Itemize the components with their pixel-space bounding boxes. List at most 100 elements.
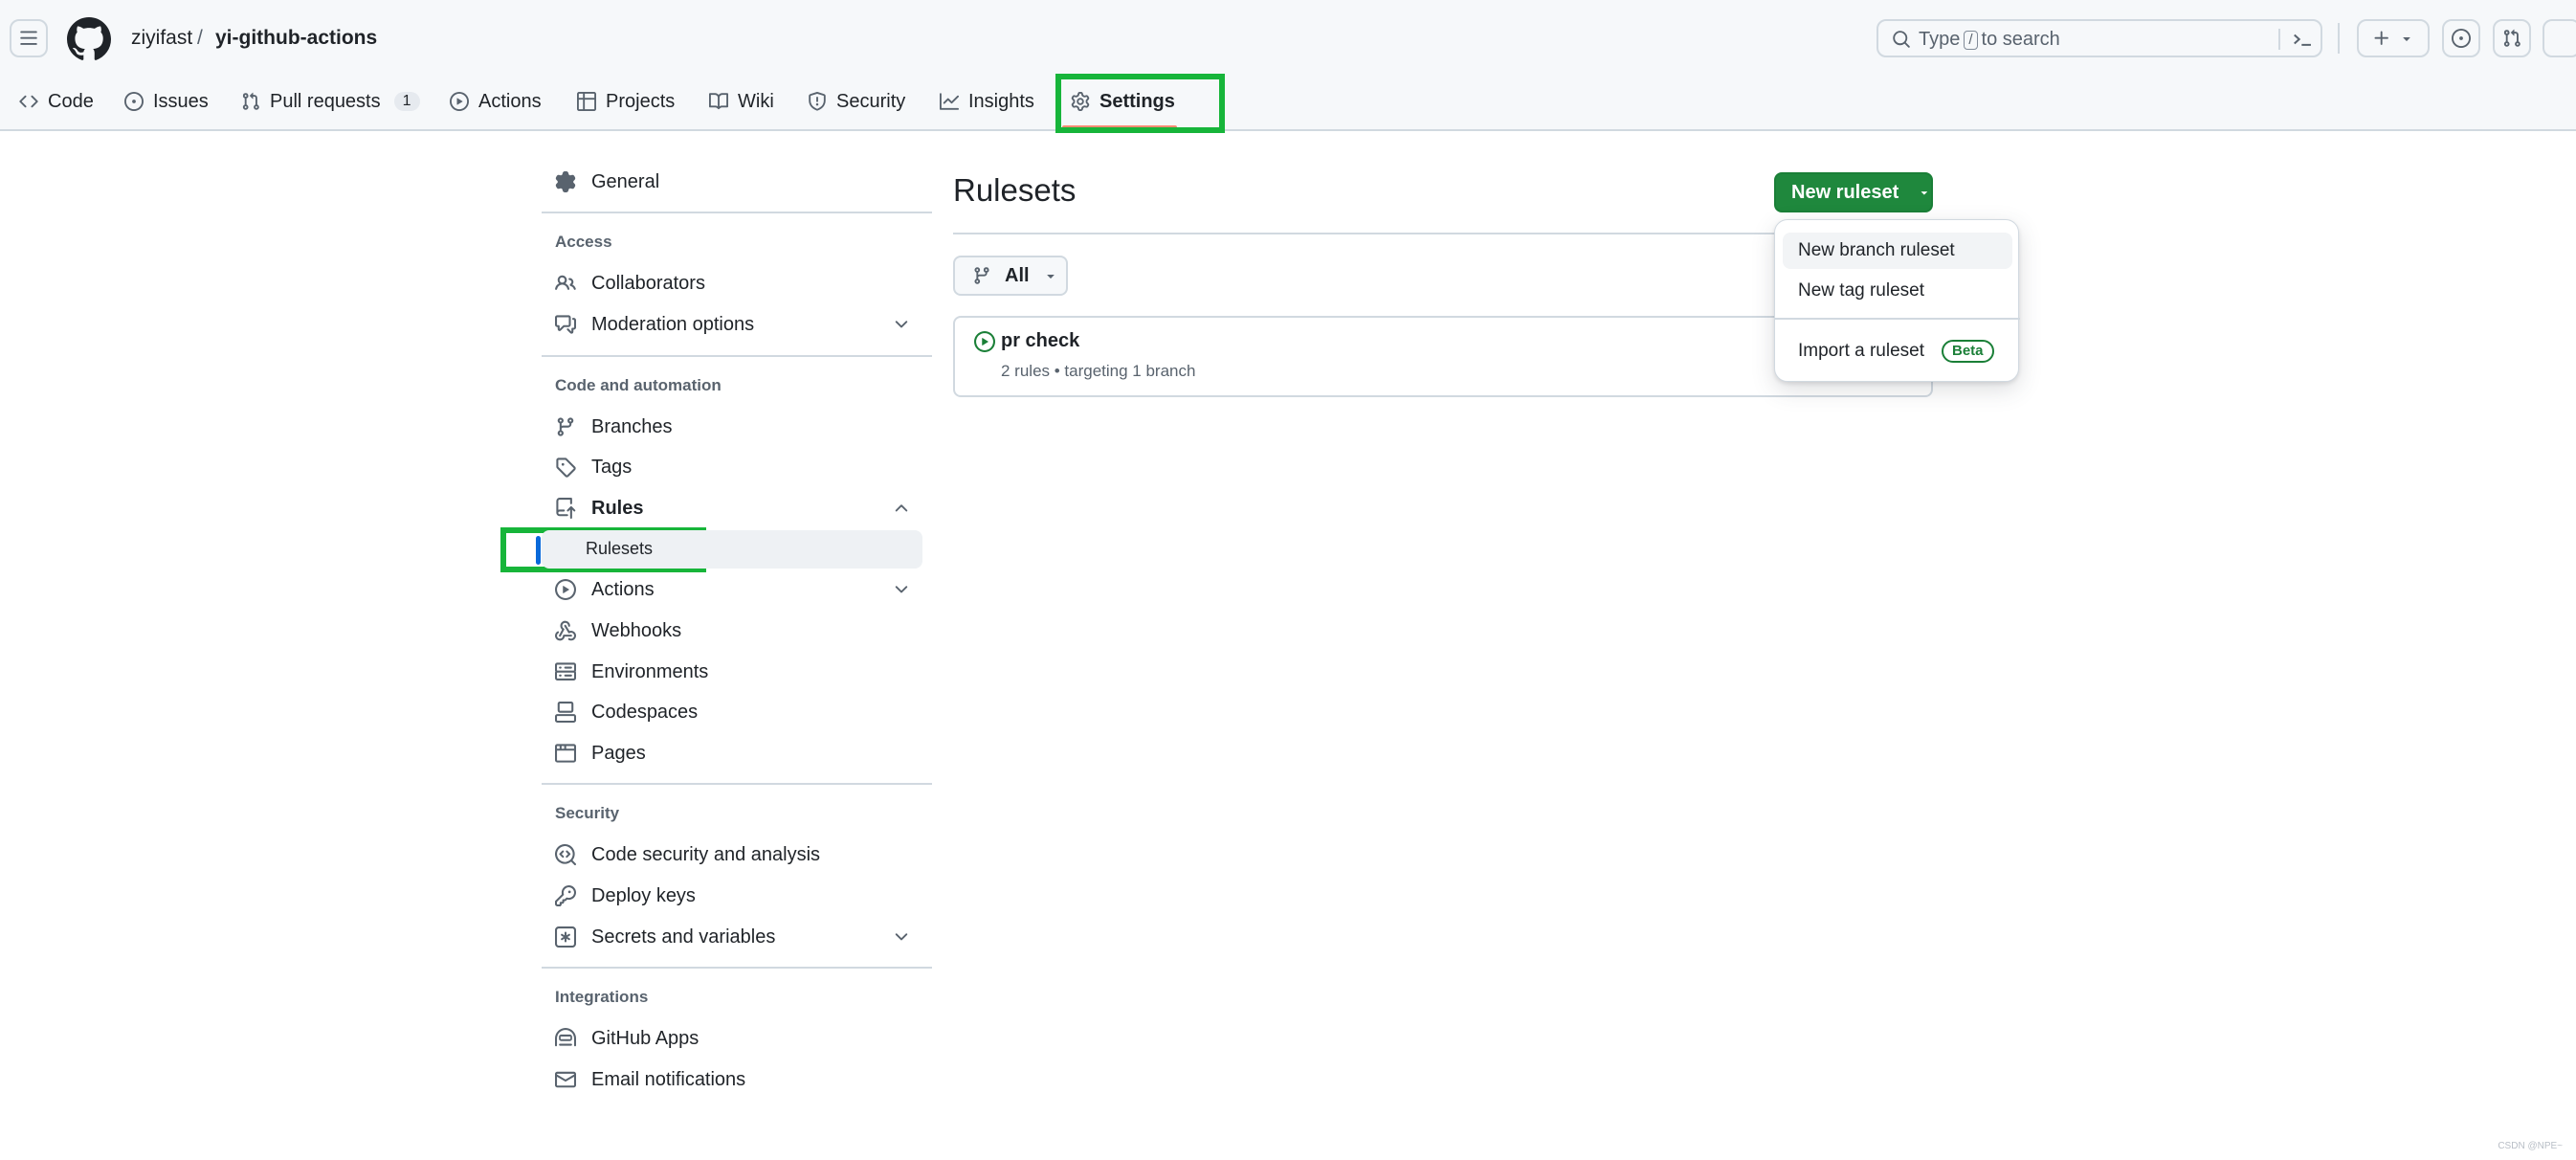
tab-settings[interactable]: Settings bbox=[1071, 84, 1175, 119]
inbox-button[interactable] bbox=[2543, 19, 2576, 57]
command-palette-icon[interactable] bbox=[2292, 29, 2313, 50]
sidebar-item-code-security[interactable]: Code security and analysis bbox=[542, 835, 922, 875]
search-placeholder: Type / to search bbox=[1919, 29, 2060, 50]
gear-icon bbox=[555, 171, 576, 192]
repo-push-icon bbox=[556, 498, 576, 519]
breadcrumb-owner[interactable]: ziyifast bbox=[131, 25, 192, 52]
tab-actions[interactable]: Actions bbox=[450, 84, 542, 119]
sidebar-item-environments[interactable]: Environments bbox=[542, 652, 922, 692]
sidebar-item-deploy-keys[interactable]: Deploy keys bbox=[542, 876, 922, 916]
sidebar-item-moderation-options[interactable]: Moderation options bbox=[542, 304, 922, 345]
sidebar-section-access: Access bbox=[555, 233, 612, 251]
people-icon bbox=[555, 275, 576, 290]
tab-label: Actions bbox=[478, 90, 542, 112]
sidebar-item-github-apps[interactable]: GitHub Apps bbox=[542, 1018, 922, 1059]
app-header: ziyifast / yi-github-actions Type / to sea… bbox=[0, 0, 2576, 131]
git-pull-request-icon bbox=[242, 92, 259, 110]
play-icon bbox=[974, 331, 995, 352]
sidebar-item-label: Webhooks bbox=[591, 619, 682, 641]
create-new-button[interactable] bbox=[2357, 19, 2430, 57]
search-icon bbox=[1893, 31, 1910, 48]
sidebar-item-label: Environments bbox=[591, 660, 709, 682]
sidebar-item-label: Collaborators bbox=[591, 272, 705, 294]
beta-badge: Beta bbox=[1942, 340, 1994, 363]
webhook-icon bbox=[555, 620, 576, 641]
issues-button[interactable] bbox=[2442, 19, 2480, 57]
search-input[interactable]: Type / to search bbox=[1876, 19, 2322, 57]
sidebar-item-collaborators[interactable]: Collaborators bbox=[542, 263, 922, 303]
sidebar-item-general[interactable]: General bbox=[542, 162, 922, 202]
selected-indicator bbox=[536, 536, 541, 565]
chevron-up-icon bbox=[895, 504, 908, 512]
sidebar-divider bbox=[542, 967, 932, 969]
ruleset-name-link[interactable]: pr check bbox=[1001, 330, 1079, 352]
sidebar-item-label: Rulesets bbox=[586, 539, 654, 558]
sidebar-item-label: Codespaces bbox=[591, 701, 699, 723]
menu-item-import-ruleset[interactable]: Import a ruleset Beta bbox=[1783, 333, 2012, 369]
new-ruleset-label: New ruleset bbox=[1791, 181, 1899, 203]
server-icon bbox=[555, 662, 576, 680]
menu-item-new-tag-ruleset[interactable]: New tag ruleset bbox=[1783, 273, 2012, 309]
search-divider bbox=[2278, 29, 2280, 50]
menu-item-label: New branch ruleset bbox=[1798, 240, 1955, 260]
github-logo-icon[interactable] bbox=[67, 17, 111, 61]
sidebar-section-integrations: Integrations bbox=[555, 988, 649, 1006]
sidebar-item-webhooks[interactable]: Webhooks bbox=[542, 611, 922, 651]
sidebar-divider bbox=[542, 783, 932, 785]
menu-button[interactable] bbox=[10, 19, 48, 57]
tab-projects[interactable]: Projects bbox=[577, 84, 675, 119]
key-icon bbox=[555, 885, 576, 906]
triangle-down-icon bbox=[1046, 275, 1055, 279]
menu-item-new-branch-ruleset[interactable]: New branch ruleset bbox=[1783, 233, 2012, 269]
sidebar-item-label: Tags bbox=[591, 456, 633, 478]
tab-insights[interactable]: Insights bbox=[940, 84, 1034, 119]
sidebar-item-label: GitHub Apps bbox=[591, 1027, 700, 1049]
book-icon bbox=[709, 93, 728, 110]
header-separator bbox=[2338, 23, 2340, 54]
tab-pull-requests[interactable]: Pull requests 1 bbox=[241, 84, 420, 119]
sidebar-item-email-notifications[interactable]: Email notifications bbox=[542, 1060, 922, 1100]
sidebar-item-label: Actions bbox=[591, 578, 655, 600]
gear-icon bbox=[1071, 92, 1090, 111]
sidebar-item-label: Pages bbox=[591, 742, 646, 764]
branch-filter-dropdown[interactable]: All bbox=[953, 256, 1068, 296]
sidebar-item-rules[interactable]: Rules bbox=[542, 488, 922, 528]
sidebar-item-secrets-variables[interactable]: Secrets and variables bbox=[542, 917, 922, 957]
triangle-down-icon bbox=[1921, 191, 1928, 195]
sidebar-item-actions[interactable]: Actions bbox=[542, 569, 922, 610]
chevron-down-icon bbox=[895, 321, 908, 328]
graph-icon bbox=[940, 93, 959, 110]
filter-value: All bbox=[1005, 264, 1030, 286]
table-icon bbox=[577, 92, 596, 111]
plus-icon bbox=[2374, 31, 2388, 45]
pull-requests-button[interactable] bbox=[2493, 19, 2531, 57]
sidebar-item-tags[interactable]: Tags bbox=[542, 447, 922, 487]
menu-divider bbox=[1775, 318, 2020, 320]
sidebar-item-branches[interactable]: Branches bbox=[542, 407, 922, 447]
codespaces-icon bbox=[555, 702, 576, 723]
tab-wiki[interactable]: Wiki bbox=[709, 84, 774, 119]
sidebar-item-codespaces[interactable]: Codespaces bbox=[542, 692, 922, 732]
active-tab-indicator bbox=[1062, 125, 1177, 129]
issue-opened-icon bbox=[2452, 29, 2471, 48]
sidebar-item-rulesets[interactable]: Rulesets bbox=[536, 530, 922, 569]
mail-icon bbox=[555, 1071, 576, 1088]
git-branch-icon bbox=[557, 417, 574, 436]
tab-security[interactable]: Security bbox=[808, 84, 905, 119]
breadcrumb-repo[interactable]: yi-github-actions bbox=[215, 25, 377, 52]
tab-label: Wiki bbox=[738, 90, 774, 112]
triangle-down-icon bbox=[2403, 37, 2410, 41]
page-title: Rulesets bbox=[953, 172, 1077, 208]
sidebar-item-pages[interactable]: Pages bbox=[542, 733, 922, 773]
new-ruleset-menu: New branch ruleset New tag ruleset Impor… bbox=[1774, 219, 2020, 382]
new-ruleset-button[interactable]: New ruleset bbox=[1774, 172, 1933, 212]
tab-label: Settings bbox=[1099, 90, 1175, 112]
play-icon bbox=[450, 92, 469, 111]
ruleset-meta: 2 rules • targeting 1 branch bbox=[1001, 362, 1196, 380]
sidebar-item-label: Code security and analysis bbox=[591, 843, 821, 865]
hamburger-icon bbox=[20, 31, 37, 45]
sidebar-item-label: Deploy keys bbox=[591, 884, 696, 906]
git-branch-icon bbox=[974, 267, 989, 284]
tab-code[interactable]: Code bbox=[19, 84, 94, 119]
tab-issues[interactable]: Issues bbox=[124, 84, 209, 119]
